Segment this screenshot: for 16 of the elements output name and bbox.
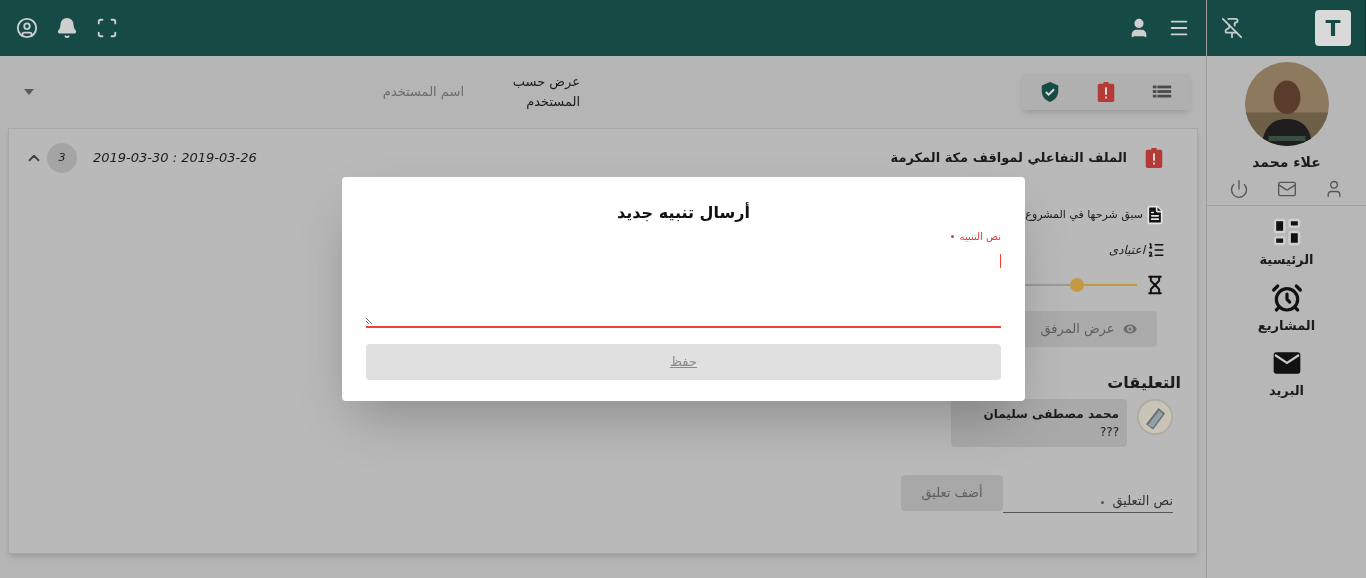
field-label: نص التنبيه [959, 230, 1001, 244]
dialog-title: أرسال تنبيه جديد [617, 201, 750, 224]
logo[interactable]: T [1315, 10, 1351, 46]
description: سبق شرحها في المشروع [1025, 206, 1143, 223]
count-badge: 3 [47, 143, 77, 173]
nav-item[interactable]: البريد [1260, 347, 1313, 401]
card-title: الملف التفاعلي لمواقف مكة المكرمة [890, 149, 1127, 168]
date-range: 2019-03-30 : 2019-03-26 [93, 149, 257, 168]
user-name: علاء محمد [1252, 153, 1321, 172]
filter-label: عرض حسب المستخدم [511, 73, 580, 111]
comments-heading: التعليقات [1107, 372, 1181, 394]
nav-item[interactable]: الرئيسية [1251, 216, 1322, 270]
nav-item[interactable]: المشاريع [1249, 281, 1324, 335]
priority: اعتيادى [1108, 242, 1145, 259]
comment-author: محمد مصطفى سليمان [982, 406, 1119, 423]
comment-text: ??? [1098, 424, 1119, 441]
